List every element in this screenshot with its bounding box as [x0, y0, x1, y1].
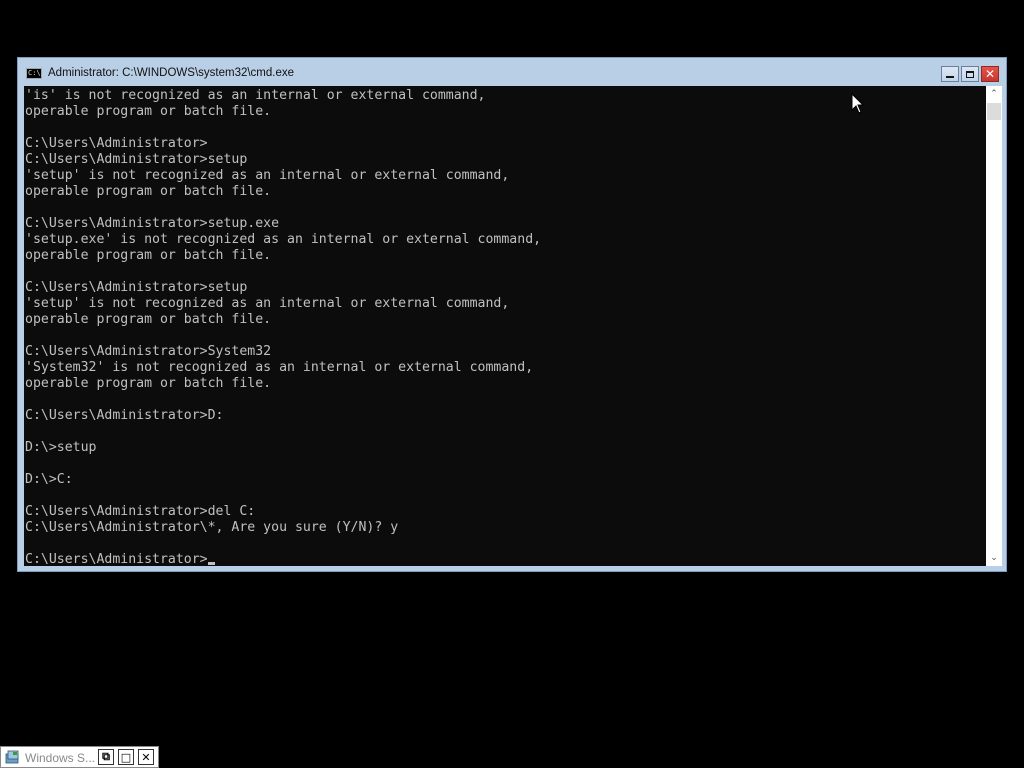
cmd-window[interactable]: C:\ Administrator: C:\WINDOWS\system32\c…: [17, 57, 1007, 572]
restore-icon: ⧉: [102, 750, 110, 763]
minimize-icon: [946, 75, 954, 78]
chevron-up-icon: ⌃: [990, 89, 998, 99]
taskbar-close-button[interactable]: ✕: [138, 749, 154, 765]
taskbar-maximize-button[interactable]: □: [118, 749, 134, 765]
cmd-app-icon[interactable]: C:\: [26, 68, 42, 79]
console-line: D:\>setup: [25, 440, 97, 455]
console-output[interactable]: 'is' is not recognized as an internal or…: [24, 86, 986, 566]
console-prompt: C:\Users\Administrator>: [25, 552, 208, 566]
close-icon: ✕: [141, 750, 151, 764]
console-line: operable program or batch file.: [25, 312, 272, 327]
console-line: 'setup.exe' is not recognized as an inte…: [25, 232, 542, 247]
console-line: 'setup' is not recognized as an internal…: [25, 168, 510, 183]
scroll-thumb[interactable]: [987, 103, 1001, 120]
console-line: operable program or batch file.: [25, 376, 272, 391]
console-line: C:\Users\Administrator>del C:: [25, 504, 256, 519]
window-title: Administrator: C:\WINDOWS\system32\cmd.e…: [48, 67, 295, 79]
console-line: C:\Users\Administrator>setup: [25, 280, 248, 295]
console-prompt-line[interactable]: C:\Users\Administrator>: [25, 552, 541, 566]
console-line: C:\Users\Administrator>setup: [25, 152, 248, 167]
console-line: operable program or batch file.: [25, 104, 272, 119]
console-line: C:\Users\Administrator>D:: [25, 408, 224, 423]
scroll-up-button[interactable]: ⌃: [986, 86, 1002, 102]
window-titlebar[interactable]: C:\ Administrator: C:\WINDOWS\system32\c…: [18, 58, 1006, 86]
console-line: 'System32' is not recognized as an inter…: [25, 360, 534, 375]
minimize-button[interactable]: [941, 66, 959, 82]
minimized-window-title: Windows S...: [25, 751, 96, 765]
close-button[interactable]: ✕: [981, 66, 999, 82]
maximize-icon: [966, 70, 974, 78]
minimized-window-windows-setup[interactable]: Windows S... ⧉ □ ✕: [0, 746, 159, 768]
console-line: operable program or batch file.: [25, 184, 272, 199]
close-icon: ✕: [984, 67, 996, 81]
windows-setup-icon: [5, 750, 19, 764]
console-line: C:\Users\Administrator>setup.exe: [25, 216, 280, 231]
cmd-app-icon-label: C:\: [28, 69, 41, 77]
console-line: C:\Users\Administrator>System32: [25, 344, 272, 359]
console-line: 'is' is not recognized as an internal or…: [25, 88, 486, 103]
console-line: operable program or batch file.: [25, 248, 272, 263]
console-line: D:\>C:: [25, 472, 73, 487]
chevron-down-icon: ⌄: [990, 553, 998, 563]
scroll-down-button[interactable]: ⌄: [986, 550, 1002, 566]
vertical-scrollbar[interactable]: ⌃ ⌄: [986, 86, 1002, 566]
console-line: 'setup' is not recognized as an internal…: [25, 296, 510, 311]
text-cursor: [207, 562, 215, 565]
maximize-icon: □: [120, 750, 132, 764]
maximize-button[interactable]: [961, 66, 979, 82]
restore-button[interactable]: ⧉: [98, 749, 114, 765]
mouse-pointer-icon: [851, 93, 865, 114]
console-lines: 'is' is not recognized as an internal or…: [25, 88, 541, 566]
console-line: C:\Users\Administrator>: [25, 136, 208, 151]
console-line: C:\Users\Administrator\*, Are you sure (…: [25, 520, 399, 535]
